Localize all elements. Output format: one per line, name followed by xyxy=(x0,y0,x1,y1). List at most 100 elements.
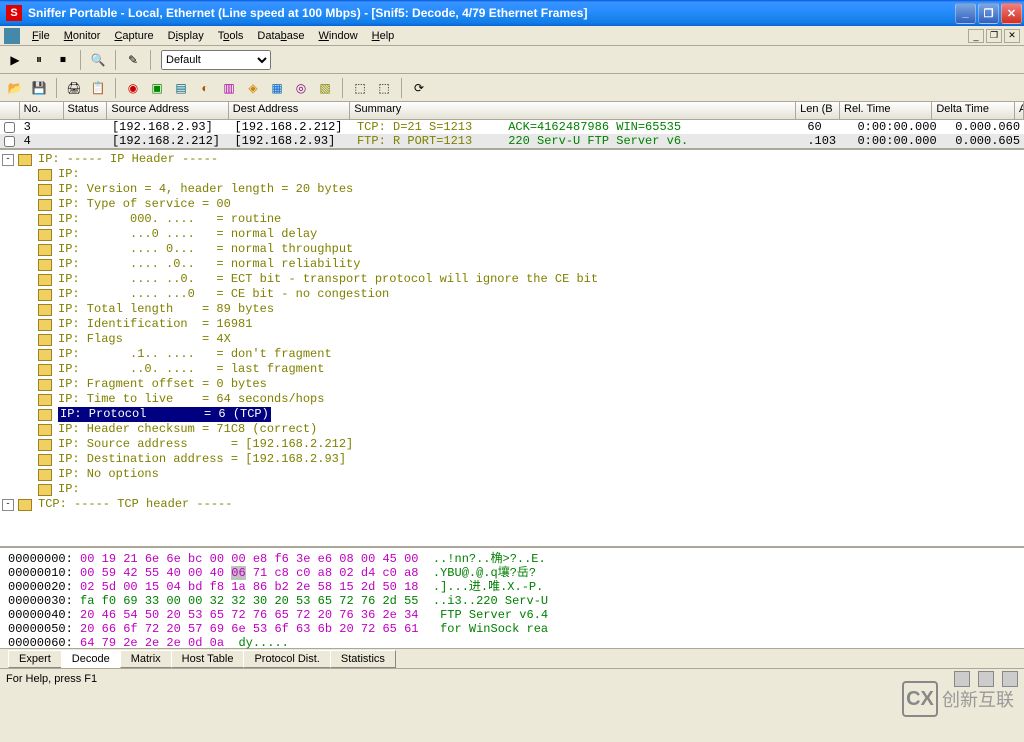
decode-text: IP: .... ..0. = ECT bit - transport prot… xyxy=(58,272,598,287)
col-src[interactable]: Source Address xyxy=(107,102,228,119)
tree-toggle-icon[interactable]: - xyxy=(2,154,14,166)
wand-button[interactable]: ✎ xyxy=(122,49,144,71)
print-button[interactable]: 🖨 xyxy=(63,77,85,99)
binoculars-button[interactable]: 🔍 xyxy=(87,49,109,71)
col-dest[interactable]: Dest Address xyxy=(229,102,350,119)
frame-checkbox[interactable] xyxy=(4,136,15,147)
mdi-close-button[interactable]: ✕ xyxy=(1004,29,1020,43)
frame-row[interactable]: 4 [192.168.2.212] [192.168.2.93] FTP: R … xyxy=(0,134,1024,148)
tab-expert[interactable]: Expert xyxy=(8,650,62,668)
tree-toggle-icon[interactable]: - xyxy=(2,499,14,511)
col-delta[interactable]: Delta Time xyxy=(932,102,1015,119)
frame-checkbox[interactable] xyxy=(4,122,15,133)
folder-icon xyxy=(18,499,32,511)
hex-row[interactable]: 00000010: 00 59 42 55 40 00 40 06 71 c8 … xyxy=(8,566,1016,580)
menu-tools[interactable]: Tools xyxy=(212,28,250,44)
save-button[interactable]: 💾 xyxy=(28,77,50,99)
menu-window[interactable]: Window xyxy=(313,28,364,44)
refresh-icon[interactable]: ⟳ xyxy=(408,77,430,99)
decode-line[interactable]: IP: Flags = 4X xyxy=(2,332,1022,347)
pause-button[interactable]: ⏸ xyxy=(28,49,50,71)
decode-line[interactable]: -TCP: ----- TCP header ----- xyxy=(2,497,1022,512)
monitor2-icon[interactable]: ▤ xyxy=(170,77,192,99)
decode-text: IP: .... .0.. = normal reliability xyxy=(58,257,360,272)
decode-text: IP: Fragment offset = 0 bytes xyxy=(58,377,267,392)
decode-line[interactable]: IP: .... .0.. = normal reliability xyxy=(2,257,1022,272)
hex-row[interactable]: 00000000: 00 19 21 6e 6e bc 00 00 e8 f6 … xyxy=(8,552,1016,566)
dashboard-icon[interactable]: ◉ xyxy=(122,77,144,99)
tab-decode[interactable]: Decode xyxy=(61,650,121,668)
decode-text: IP: .1.. .... = don't fragment xyxy=(58,347,332,362)
minimize-button[interactable]: _ xyxy=(955,3,976,24)
decode-line[interactable]: IP: Version = 4, header length = 20 byte… xyxy=(2,182,1022,197)
decode-line[interactable]: IP: xyxy=(2,482,1022,497)
frame-row[interactable]: 3 [192.168.2.93] [192.168.2.212] TCP: D=… xyxy=(0,120,1024,134)
frame-list-header: No. Status Source Address Dest Address S… xyxy=(0,102,1024,120)
copy-button[interactable]: 📋 xyxy=(87,77,109,99)
hex-pane[interactable]: 00000000: 00 19 21 6e 6e bc 00 00 e8 f6 … xyxy=(0,548,1024,648)
decode-line[interactable]: IP: Fragment offset = 0 bytes xyxy=(2,377,1022,392)
decode-line[interactable]: IP: Identification = 16981 xyxy=(2,317,1022,332)
folder-icon xyxy=(38,409,52,421)
hosts-icon[interactable]: ▦ xyxy=(266,77,288,99)
monitor3-icon[interactable]: ◐ xyxy=(194,77,216,99)
monitor1-icon[interactable]: ▣ xyxy=(146,77,168,99)
decode-line[interactable]: IP: .... ...0 = CE bit - no congestion xyxy=(2,287,1022,302)
decode-line[interactable]: IP: Source address = [192.168.2.212] xyxy=(2,437,1022,452)
folder-icon xyxy=(38,454,52,466)
hex-row[interactable]: 00000020: 02 5d 00 15 04 bd f8 1a 86 b2 … xyxy=(8,580,1016,594)
decode-line[interactable]: IP: .... 0... = normal throughput xyxy=(2,242,1022,257)
decode-line[interactable]: IP: Header checksum = 71C8 (correct) xyxy=(2,422,1022,437)
hex-row[interactable]: 00000030: fa f0 69 33 00 00 32 32 30 20 … xyxy=(8,594,1016,608)
frame-list[interactable]: 3 [192.168.2.93] [192.168.2.212] TCP: D=… xyxy=(0,120,1024,148)
stats-icon[interactable]: ▧ xyxy=(314,77,336,99)
col-rel[interactable]: Rel. Time xyxy=(840,102,932,119)
decode-line[interactable]: IP: Protocol = 6 (TCP) xyxy=(2,407,1022,422)
monitor4-icon[interactable]: ▥ xyxy=(218,77,240,99)
stop-button[interactable]: ⏹ xyxy=(52,49,74,71)
decode-line[interactable]: -IP: ----- IP Header ----- xyxy=(2,152,1022,167)
folder-icon xyxy=(38,424,52,436)
tab-protocol-dist-[interactable]: Protocol Dist. xyxy=(243,650,330,668)
decode-line[interactable]: IP: 000. .... = routine xyxy=(2,212,1022,227)
play-button[interactable]: ▶ xyxy=(4,49,26,71)
menu-capture[interactable]: Capture xyxy=(108,28,159,44)
col-abs[interactable]: Abs. Time xyxy=(1015,102,1024,119)
menu-file[interactable]: File xyxy=(26,28,56,44)
matrix-icon[interactable]: ◈ xyxy=(242,77,264,99)
decode-line[interactable]: IP: Time to live = 64 seconds/hops xyxy=(2,392,1022,407)
decode-pane[interactable]: -IP: ----- IP Header -----IP:IP: Version… xyxy=(0,148,1024,548)
decode-line[interactable]: IP: Destination address = [192.168.2.93] xyxy=(2,452,1022,467)
menu-help[interactable]: Help xyxy=(366,28,401,44)
tab-matrix[interactable]: Matrix xyxy=(120,650,172,668)
mdi-restore-button[interactable]: ❐ xyxy=(986,29,1002,43)
protocol-icon[interactable]: ◎ xyxy=(290,77,312,99)
tool-a-icon[interactable]: ⬚ xyxy=(349,77,371,99)
close-button[interactable]: ✕ xyxy=(1001,3,1022,24)
hex-row[interactable]: 00000040: 20 46 54 50 20 53 65 72 76 65 … xyxy=(8,608,1016,622)
menu-database[interactable]: Database xyxy=(251,28,310,44)
col-no[interactable]: No. xyxy=(20,102,64,119)
col-len[interactable]: Len (B xyxy=(796,102,840,119)
col-summary[interactable]: Summary xyxy=(350,102,796,119)
col-status[interactable]: Status xyxy=(64,102,108,119)
decode-line[interactable]: IP: xyxy=(2,167,1022,182)
decode-line[interactable]: IP: Type of service = 00 xyxy=(2,197,1022,212)
decode-line[interactable]: IP: .1.. .... = don't fragment xyxy=(2,347,1022,362)
tab-statistics[interactable]: Statistics xyxy=(330,650,396,668)
status-text: For Help, press F1 xyxy=(6,673,97,685)
decode-line[interactable]: IP: ...0 .... = normal delay xyxy=(2,227,1022,242)
menu-monitor[interactable]: Monitor xyxy=(58,28,107,44)
tab-host-table[interactable]: Host Table xyxy=(171,650,245,668)
hex-row[interactable]: 00000050: 20 66 6f 72 20 57 69 6e 53 6f … xyxy=(8,622,1016,636)
decode-line[interactable]: IP: ..0. .... = last fragment xyxy=(2,362,1022,377)
menu-display[interactable]: Display xyxy=(162,28,210,44)
tool-b-icon[interactable]: ⬚ xyxy=(373,77,395,99)
mdi-minimize-button[interactable]: _ xyxy=(968,29,984,43)
open-button[interactable]: 📂 xyxy=(4,77,26,99)
maximize-button[interactable]: ❐ xyxy=(978,3,999,24)
decode-line[interactable]: IP: No options xyxy=(2,467,1022,482)
filter-select[interactable]: Default xyxy=(161,50,271,70)
decode-line[interactable]: IP: Total length = 89 bytes xyxy=(2,302,1022,317)
decode-line[interactable]: IP: .... ..0. = ECT bit - transport prot… xyxy=(2,272,1022,287)
